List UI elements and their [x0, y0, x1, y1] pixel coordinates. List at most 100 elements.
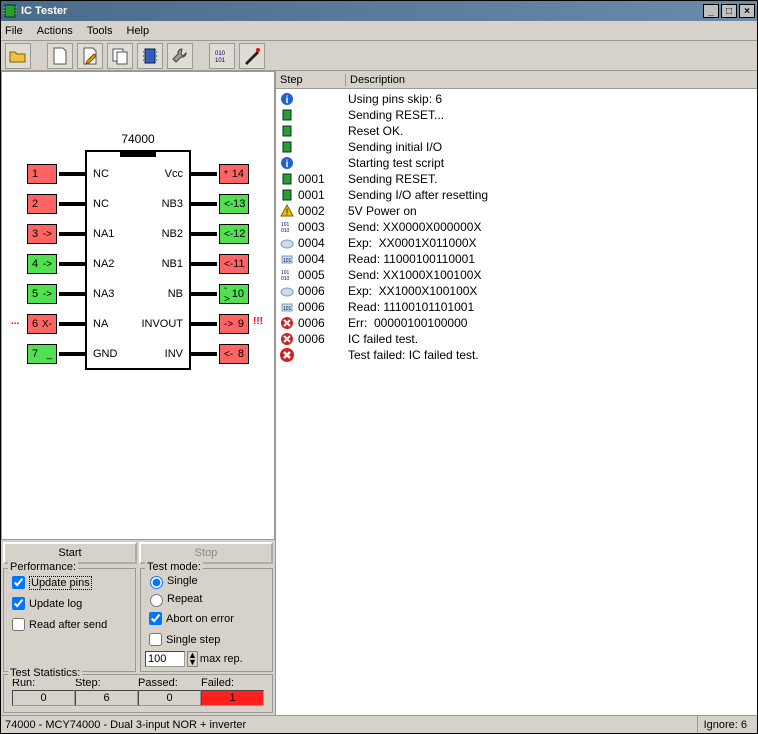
- cloud-icon: [278, 284, 296, 298]
- titlebar: IC Tester _ □ ×: [1, 1, 757, 21]
- menu-tools[interactable]: Tools: [87, 25, 113, 37]
- read-icon: 101: [278, 300, 296, 314]
- svg-text:101: 101: [283, 306, 292, 312]
- testmode-group: Test mode: Single Repeat Abort on error …: [140, 568, 273, 672]
- stats-legend: Test Statistics:: [8, 667, 82, 679]
- max-rep-input[interactable]: [145, 651, 185, 667]
- info-icon: i: [278, 156, 296, 170]
- stat-failed-value: 1: [201, 690, 264, 706]
- stats-group: Test Statistics: Run:0 Step:6 Passed:0 F…: [3, 674, 273, 713]
- log-row[interactable]: !00025V Power on: [278, 203, 755, 219]
- menu-help[interactable]: Help: [127, 25, 150, 37]
- svg-text:!: !: [286, 207, 289, 217]
- log-row[interactable]: 0006IC failed test.: [278, 331, 755, 347]
- update-log-checkbox[interactable]: Update log: [8, 594, 131, 613]
- log-row[interactable]: 1010100003Send: XX0000X000000X: [278, 219, 755, 235]
- chip-label: 74000: [2, 132, 274, 146]
- status-left: 74000 - MCY74000 - Dual 3-input NOR + in…: [5, 719, 246, 731]
- wrench-icon[interactable]: [167, 43, 193, 69]
- chip-icon: [278, 172, 296, 186]
- toolbar: 010101: [1, 41, 757, 71]
- performance-group: Performance: Update pins Update log Read…: [3, 568, 136, 672]
- max-rep-label: max rep.: [200, 653, 243, 665]
- chip-icon: [278, 124, 296, 138]
- log-row[interactable]: 1010006Read: 11100101101001: [278, 299, 755, 315]
- repeat-radio[interactable]: Repeat: [145, 591, 268, 607]
- probe-icon[interactable]: [239, 43, 265, 69]
- log-row[interactable]: 0001Sending I/O after resetting: [278, 187, 755, 203]
- bits-icon: 101010: [278, 220, 296, 234]
- close-button[interactable]: ×: [739, 4, 755, 18]
- chip-icon[interactable]: [137, 43, 163, 69]
- window-title: IC Tester: [21, 5, 67, 17]
- edit-icon[interactable]: [77, 43, 103, 69]
- stat-step-label: Step:: [75, 677, 138, 689]
- svg-text:010: 010: [281, 228, 290, 234]
- app-window: IC Tester _ □ × File Actions Tools Help …: [0, 0, 758, 734]
- read-icon: 101: [278, 252, 296, 266]
- pin-right-10: NB->10: [13, 282, 263, 306]
- maximize-button[interactable]: □: [721, 4, 737, 18]
- minimize-button[interactable]: _: [703, 4, 719, 18]
- pin-right-12: NB2<-12: [13, 222, 263, 246]
- log-row[interactable]: 1010004Read: 11000100110001: [278, 251, 755, 267]
- svg-text:i: i: [286, 159, 289, 170]
- menu-file[interactable]: File: [5, 25, 23, 37]
- warn-icon: !: [278, 204, 296, 218]
- main-area: 74000 1NC2NC3->NA14->NA25->NA3...6X-NA7_…: [1, 71, 757, 715]
- read-after-send-checkbox[interactable]: Read after send: [8, 615, 131, 634]
- log-row[interactable]: 0004Exp: XX0001X011000X: [278, 235, 755, 251]
- log-row[interactable]: 0006Exp: XX1000X100100X: [278, 283, 755, 299]
- stat-run-value: 0: [12, 690, 75, 706]
- log-row[interactable]: iStarting test script: [278, 155, 755, 171]
- log-row[interactable]: Reset OK.: [278, 123, 755, 139]
- log-row[interactable]: 0006Err: 00000100100000: [278, 315, 755, 331]
- log-header: Step Description: [276, 71, 757, 89]
- err-icon: [278, 332, 296, 346]
- app-icon: [3, 4, 17, 18]
- svg-text:i: i: [286, 95, 289, 106]
- pin-right-9: INVOUT->9!!!: [13, 312, 263, 336]
- options-area: Performance: Update pins Update log Read…: [1, 566, 275, 674]
- left-panel: 74000 1NC2NC3->NA14->NA25->NA3...6X-NA7_…: [1, 71, 276, 715]
- log-row[interactable]: Sending RESET...: [278, 107, 755, 123]
- svg-text:010: 010: [215, 51, 226, 57]
- copy-icon[interactable]: [107, 43, 133, 69]
- chip-icon: [278, 140, 296, 154]
- log-row[interactable]: iUsing pins skip: 6: [278, 91, 755, 107]
- log-row[interactable]: 1010100005Send: XX1000X100100X: [278, 267, 755, 283]
- stat-passed-label: Passed:: [138, 677, 201, 689]
- single-step-checkbox[interactable]: Single step: [145, 630, 268, 649]
- cloud-icon: [278, 236, 296, 250]
- pin-right-13: NB3<-13: [13, 192, 263, 216]
- new-icon[interactable]: [47, 43, 73, 69]
- spinner-buttons[interactable]: ▲▼: [187, 651, 198, 667]
- open-icon[interactable]: [5, 43, 31, 69]
- binary-icon[interactable]: 010101: [209, 43, 235, 69]
- log-body[interactable]: iUsing pins skip: 6Sending RESET...Reset…: [276, 89, 757, 715]
- bits-icon: 101010: [278, 268, 296, 282]
- log-row[interactable]: Sending initial I/O: [278, 139, 755, 155]
- info-icon: i: [278, 92, 296, 106]
- err-icon: [278, 316, 296, 330]
- update-pins-checkbox[interactable]: Update pins: [8, 573, 131, 592]
- testmode-legend: Test mode:: [145, 561, 203, 573]
- svg-text:101: 101: [215, 58, 226, 64]
- statusbar: 74000 - MCY74000 - Dual 3-input NOR + in…: [1, 715, 757, 733]
- pin-right-14: Vcc*14: [13, 162, 263, 186]
- single-radio[interactable]: Single: [145, 573, 268, 589]
- chip-diagram: 74000 1NC2NC3->NA14->NA25->NA3...6X-NA7_…: [1, 71, 275, 540]
- log-row[interactable]: 0001Sending RESET.: [278, 171, 755, 187]
- abort-on-error-checkbox[interactable]: Abort on error: [145, 609, 268, 628]
- stat-step-value: 6: [75, 690, 138, 706]
- menu-actions[interactable]: Actions: [37, 25, 73, 37]
- log-header-desc[interactable]: Description: [346, 74, 757, 86]
- chip-icon: [278, 108, 296, 122]
- log-row[interactable]: Test failed: IC failed test.: [278, 347, 755, 363]
- menubar: File Actions Tools Help: [1, 21, 757, 41]
- status-right: Ignore: 6: [697, 716, 753, 733]
- stat-passed-value: 0: [138, 690, 201, 706]
- log-header-step[interactable]: Step: [276, 74, 346, 86]
- svg-text:101: 101: [283, 258, 292, 264]
- chip-icon: [278, 188, 296, 202]
